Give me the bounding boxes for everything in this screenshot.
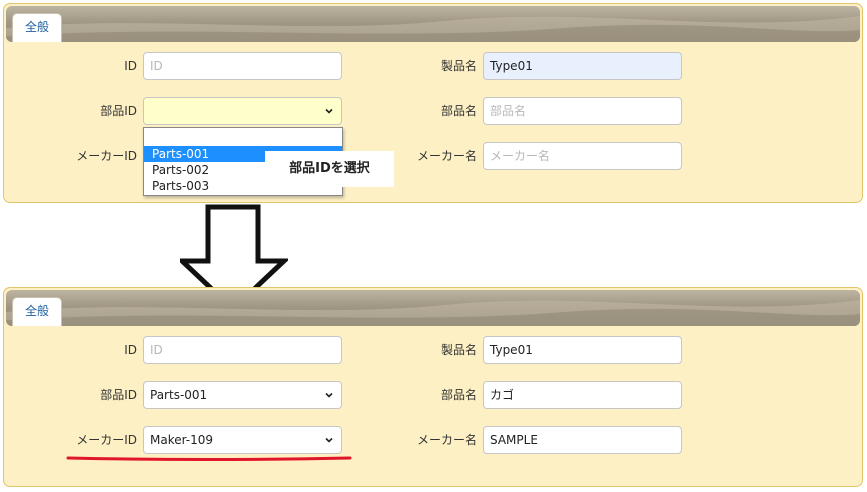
product-name-label: 製品名 [440, 59, 477, 73]
id-label: ID [124, 59, 137, 73]
part-name-label: 部品名 [440, 388, 477, 402]
highlight-underline [66, 456, 352, 461]
maker-id-label: メーカーID [76, 149, 137, 163]
maker-name-field[interactable]: SAMPLE [483, 426, 682, 454]
instruction-callout: 部品IDを選択 [265, 151, 394, 187]
part-id-select[interactable] [143, 97, 342, 125]
chevron-down-icon [325, 108, 333, 114]
maker-id-value: Maker-109 [150, 433, 214, 447]
product-name-field[interactable]: Type01 [483, 336, 682, 364]
maker-name-label: メーカー名 [416, 433, 477, 447]
part-name-label: 部品名 [440, 104, 477, 118]
dropdown-blank-option[interactable] [144, 128, 342, 146]
part-id-select[interactable]: Parts-001 [143, 381, 342, 409]
chevron-down-icon [325, 392, 333, 398]
tab-bar: 全般 [6, 290, 860, 326]
part-name-field[interactable]: 部品名 [483, 97, 682, 125]
id-field[interactable]: ID [143, 52, 342, 80]
maker-name-field[interactable]: メーカー名 [483, 142, 682, 170]
tab-bar: 全般 [6, 6, 860, 42]
maker-id-label: メーカーID [76, 433, 137, 447]
maker-id-select[interactable]: Maker-109 [143, 426, 342, 454]
product-name-label: 製品名 [440, 343, 477, 357]
part-id-label: 部品ID [100, 104, 137, 118]
id-label: ID [124, 343, 137, 357]
product-name-field[interactable]: Type01 [483, 52, 682, 80]
tab-general[interactable]: 全般 [12, 297, 62, 326]
part-name-field[interactable]: カゴ [483, 381, 682, 409]
maker-name-label: メーカー名 [416, 149, 477, 163]
id-field[interactable]: ID [143, 336, 342, 364]
tab-bar-background [6, 16, 860, 42]
chevron-down-icon [325, 437, 333, 443]
tab-bar-background [6, 300, 860, 326]
tab-general[interactable]: 全般 [12, 13, 62, 42]
part-id-value: Parts-001 [150, 388, 208, 402]
part-id-label: 部品ID [100, 388, 137, 402]
